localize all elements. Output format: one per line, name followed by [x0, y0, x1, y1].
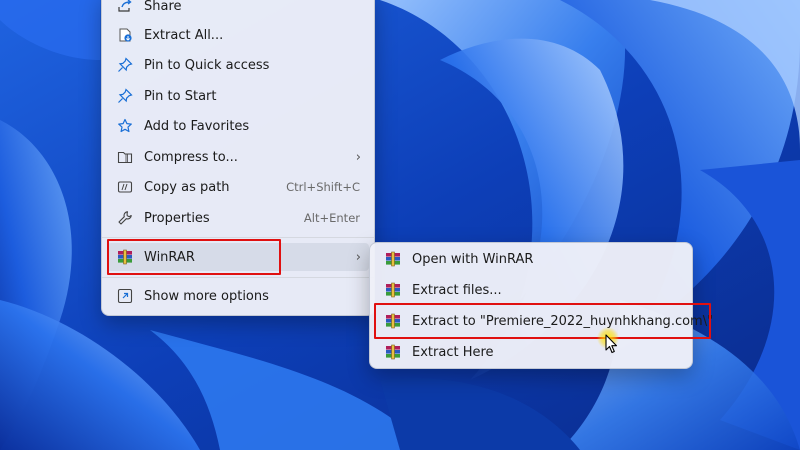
- menu-item-label: Show more options: [144, 288, 269, 304]
- submenu-item-open-with-winrar[interactable]: Open with WinRAR: [375, 245, 687, 273]
- menu-separator: [102, 237, 374, 238]
- menu-item-copy-as-path[interactable]: Copy as path Ctrl+Shift+C: [107, 173, 369, 201]
- star-icon: [117, 118, 133, 134]
- menu-item-label: Share: [144, 0, 182, 14]
- menu-item-share[interactable]: Share: [107, 0, 369, 20]
- menu-item-label: Pin to Start: [144, 88, 217, 104]
- menu-item-label: Extract Here: [412, 344, 494, 360]
- menu-item-label: Properties: [144, 210, 210, 226]
- menu-item-label: Open with WinRAR: [412, 251, 534, 267]
- share-icon: [117, 0, 133, 14]
- show-more-icon: [117, 288, 133, 304]
- menu-item-label: Extract to "Premiere_2022_huynhkhang.com…: [412, 313, 714, 329]
- folder-icon: [117, 149, 133, 165]
- submenu-item-extract-files[interactable]: Extract files...: [375, 276, 687, 304]
- wrench-icon: [117, 210, 133, 226]
- chevron-right-icon: ›: [355, 249, 361, 265]
- menu-item-label: Pin to Quick access: [144, 57, 270, 73]
- extract-all-icon: [117, 27, 133, 43]
- menu-item-winrar[interactable]: WinRAR ›: [107, 243, 369, 271]
- menu-item-label: WinRAR: [144, 249, 195, 265]
- menu-item-compress-to[interactable]: Compress to... ›: [107, 143, 369, 171]
- menu-separator: [102, 277, 374, 278]
- menu-item-pin-start[interactable]: Pin to Start: [107, 82, 369, 110]
- menu-item-label: Compress to...: [144, 149, 238, 165]
- menu-item-label: Extract files...: [412, 282, 502, 298]
- menu-item-add-favorites[interactable]: Add to Favorites: [107, 112, 369, 140]
- pin-icon: [117, 57, 133, 73]
- winrar-icon: [385, 251, 401, 267]
- mouse-pointer-icon: [605, 334, 618, 354]
- submenu-item-extract-to[interactable]: Extract to "Premiere_2022_huynhkhang.com…: [375, 307, 713, 335]
- winrar-icon: [385, 313, 401, 329]
- copy-path-icon: [117, 179, 133, 195]
- winrar-icon: [385, 282, 401, 298]
- submenu-item-extract-here[interactable]: Extract Here: [375, 338, 687, 366]
- chevron-right-icon: ›: [355, 149, 361, 165]
- winrar-submenu: Open with WinRAR Extract files... Extrac…: [369, 242, 713, 369]
- menu-item-show-more-options[interactable]: Show more options: [107, 282, 369, 310]
- menu-item-extract-all[interactable]: Extract All...: [107, 21, 369, 49]
- context-menu: Share Extract All... Pin to Quick access…: [101, 0, 375, 316]
- pin-icon: [117, 88, 133, 104]
- shortcut-text: Alt+Enter: [303, 211, 360, 225]
- winrar-icon: [117, 249, 133, 265]
- menu-item-properties[interactable]: Properties Alt+Enter: [107, 204, 369, 232]
- menu-item-label: Add to Favorites: [144, 118, 250, 134]
- menu-item-pin-quick-access[interactable]: Pin to Quick access: [107, 51, 369, 79]
- winrar-icon: [385, 344, 401, 360]
- shortcut-text: Ctrl+Shift+C: [286, 180, 360, 194]
- menu-item-label: Extract All...: [144, 27, 224, 43]
- menu-item-label: Copy as path: [144, 179, 230, 195]
